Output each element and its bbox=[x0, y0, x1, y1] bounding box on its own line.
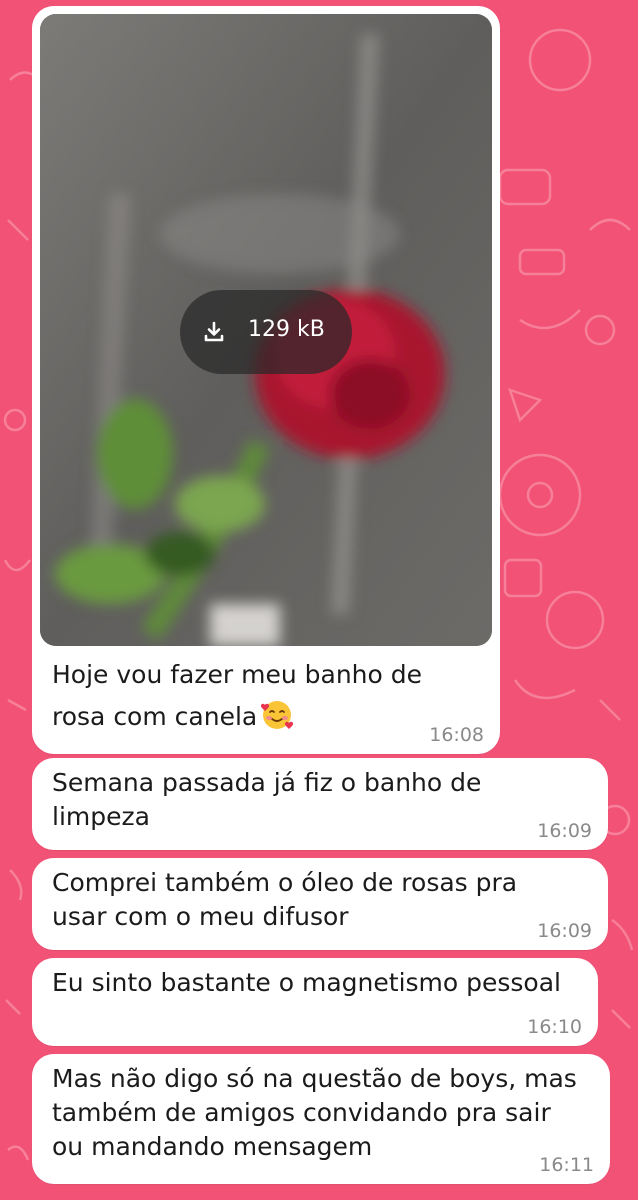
message-caption-text: Hoje vou fazer meu banho de rosa com can… bbox=[52, 660, 422, 731]
download-icon bbox=[204, 321, 224, 342]
text-message-bubble[interactable]: Semana passada já fiz o banho de limpeza… bbox=[32, 758, 608, 850]
text-message-bubble[interactable]: Eu sinto bastante o magnetismo pessoal 1… bbox=[32, 958, 598, 1046]
message-time: 16:09 bbox=[537, 820, 592, 842]
message-time: 16:08 bbox=[429, 724, 484, 746]
message-caption: Hoje vou fazer meu banho de rosa com can… bbox=[52, 654, 422, 738]
message-time: 16:11 bbox=[539, 1154, 594, 1176]
message-text: Semana passada já fiz o banho de limpeza bbox=[52, 768, 482, 831]
download-button[interactable]: 129 kB bbox=[180, 290, 352, 374]
message-text: Comprei também o óleo de rosas pra usar … bbox=[52, 868, 518, 931]
rose-photo[interactable]: 129 kB bbox=[40, 14, 492, 646]
message-text: Eu sinto bastante o magnetismo pessoal bbox=[52, 968, 561, 997]
message-text: Mas não digo só na questão de boys, mas … bbox=[52, 1064, 577, 1161]
smiling-face-with-hearts-icon bbox=[261, 701, 294, 729]
message-time: 16:09 bbox=[537, 920, 592, 942]
download-size-label: 129 kB bbox=[248, 317, 325, 342]
image-message-bubble[interactable]: 129 kB Hoje vou fazer meu banho de rosa … bbox=[32, 6, 500, 754]
text-message-bubble[interactable]: Mas não digo só na questão de boys, mas … bbox=[32, 1054, 610, 1184]
text-message-bubble[interactable]: Comprei também o óleo de rosas pra usar … bbox=[32, 858, 608, 950]
message-time: 16:10 bbox=[527, 1016, 582, 1038]
